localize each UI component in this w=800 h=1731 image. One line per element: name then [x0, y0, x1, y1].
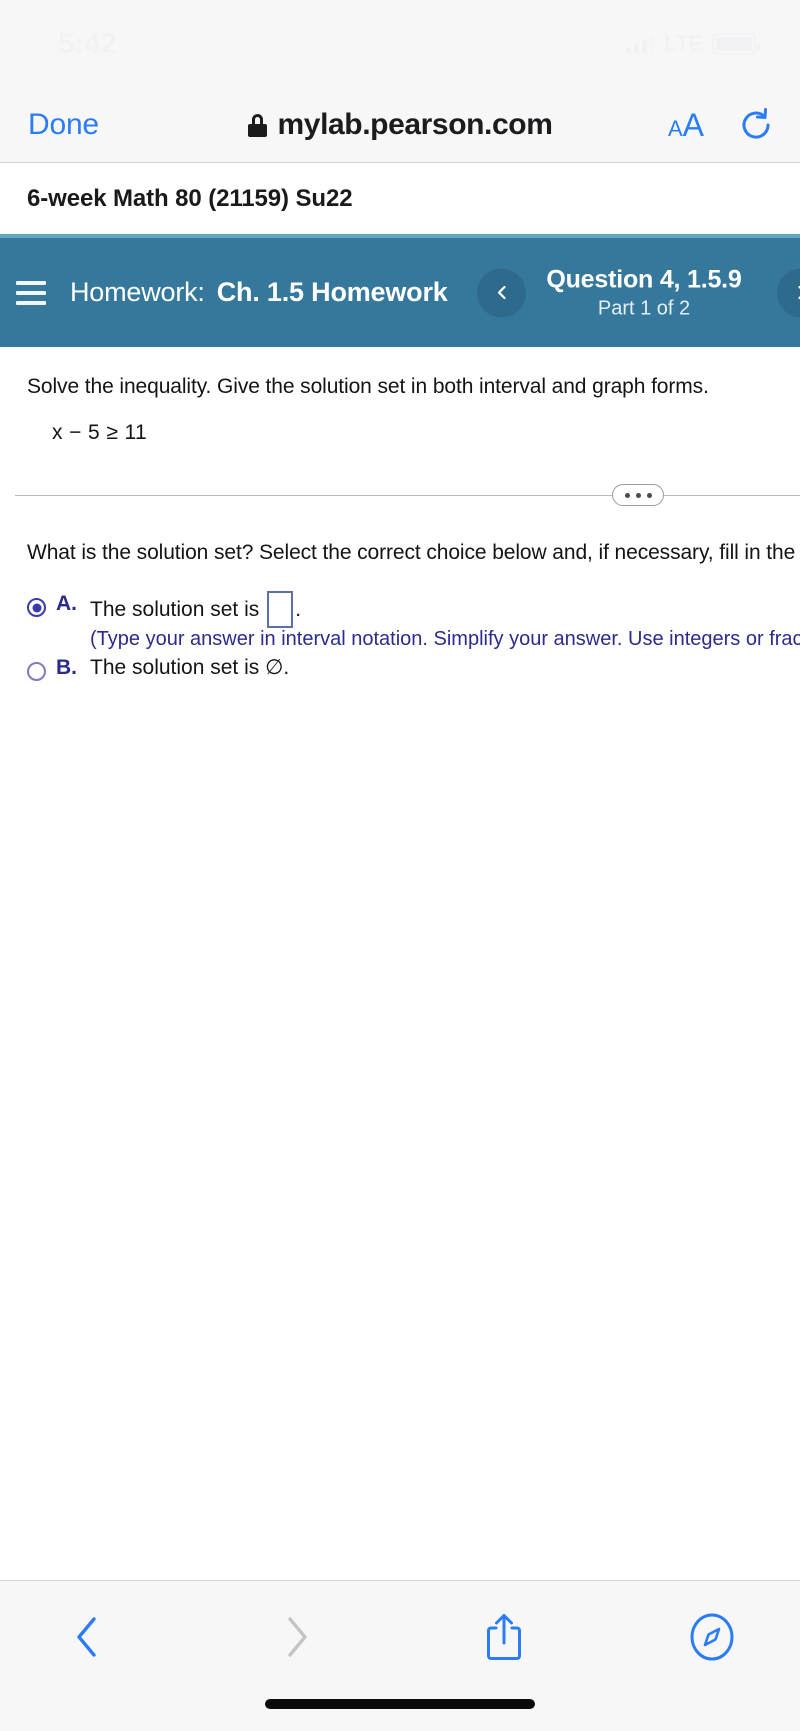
url-text: mylab.pearson.com [277, 108, 553, 141]
choice-a-trailing: . [295, 597, 302, 621]
home-indicator [265, 1699, 535, 1709]
status-indicators: LTE [625, 31, 760, 57]
page-title: 6-week Math 80 (21159) Su22 [27, 184, 353, 212]
signal-bars-icon [625, 34, 655, 54]
chevron-left-icon [77, 1617, 96, 1657]
text-size-large-a: A [682, 106, 704, 143]
safari-bottom-toolbar [0, 1580, 800, 1731]
share-icon [487, 1614, 521, 1660]
done-button[interactable]: Done [28, 108, 99, 142]
choice-b-text: The solution set is ∅. [90, 656, 290, 679]
question-instruction: Solve the inequality. Give the solution … [27, 375, 709, 398]
choice-a-text: The solution set is [90, 597, 260, 621]
choice-body-a: The solution set is . (Type your answer … [90, 591, 800, 651]
previous-question-button[interactable] [477, 268, 526, 317]
choice-list: A. The solution set is . (Type your answ… [27, 591, 800, 681]
choice-a-hint: (Type your answer in interval notation. … [90, 628, 800, 650]
reload-icon [742, 108, 770, 139]
network-type-label: LTE [663, 31, 703, 56]
forward-button[interactable] [266, 1607, 326, 1667]
battery-icon [712, 33, 760, 55]
browser-address-bar: Done mylab.pearson.com AA [0, 88, 800, 162]
status-time: 5:42 [58, 27, 117, 60]
choice-body-b: The solution set is ∅. [90, 655, 800, 680]
hamburger-menu-icon[interactable] [16, 280, 46, 305]
answer-input-box[interactable] [267, 591, 294, 628]
radio-button-b[interactable] [27, 662, 46, 681]
course-title-bar: 6-week Math 80 (21159) Su22 [0, 163, 800, 234]
question-info: Question 4, 1.5.9 Part 1 of 2 [533, 265, 755, 320]
choice-letter-a: A. [56, 592, 77, 615]
choice-text-line-a: The solution set is . [90, 591, 800, 628]
share-button[interactable] [474, 1607, 534, 1667]
browser-screen: 5:42 LTE Done mylab.pearson.com AA 6-wee… [0, 0, 800, 1731]
question-expression: x − 5 ≥ 11 [52, 421, 148, 444]
next-question-button[interactable] [777, 268, 800, 317]
homework-header: Homework: Ch. 1.5 Homework Question 4, 1… [0, 234, 800, 347]
content-separator [15, 481, 800, 509]
separator-line [15, 495, 800, 496]
question-part-label: Part 1 of 2 [597, 297, 691, 319]
more-options-icon[interactable] [612, 484, 664, 506]
chevron-left-icon [497, 285, 506, 300]
choice-option-b[interactable]: B. The solution set is ∅. [27, 655, 800, 681]
reload-button[interactable] [738, 107, 774, 143]
assignment-type-label: Homework: [70, 277, 205, 307]
bookmarks-button[interactable] [682, 1607, 742, 1667]
ios-status-bar: 5:42 LTE [0, 0, 800, 88]
answer-prompt: What is the solution set? Select the cor… [27, 541, 800, 564]
browser-actions: AA [668, 107, 774, 144]
chevron-right-icon [797, 285, 800, 300]
choice-letter-b: B. [56, 656, 77, 679]
toolbar-icon-row [0, 1581, 800, 1667]
question-number-label: Question 4, 1.5.9 [546, 265, 742, 293]
choice-option-a[interactable]: A. The solution set is . (Type your answ… [27, 591, 800, 651]
radio-button-a[interactable] [27, 598, 46, 617]
chevron-right-icon [288, 1617, 307, 1657]
text-size-button[interactable]: AA [668, 107, 704, 144]
question-content: Solve the inequality. Give the solution … [0, 347, 800, 1580]
compass-icon [690, 1613, 734, 1661]
assignment-name-label: Ch. 1.5 Homework [216, 277, 448, 307]
back-button[interactable] [58, 1607, 118, 1667]
lock-icon [247, 113, 267, 137]
text-size-small-a: A [667, 115, 683, 141]
